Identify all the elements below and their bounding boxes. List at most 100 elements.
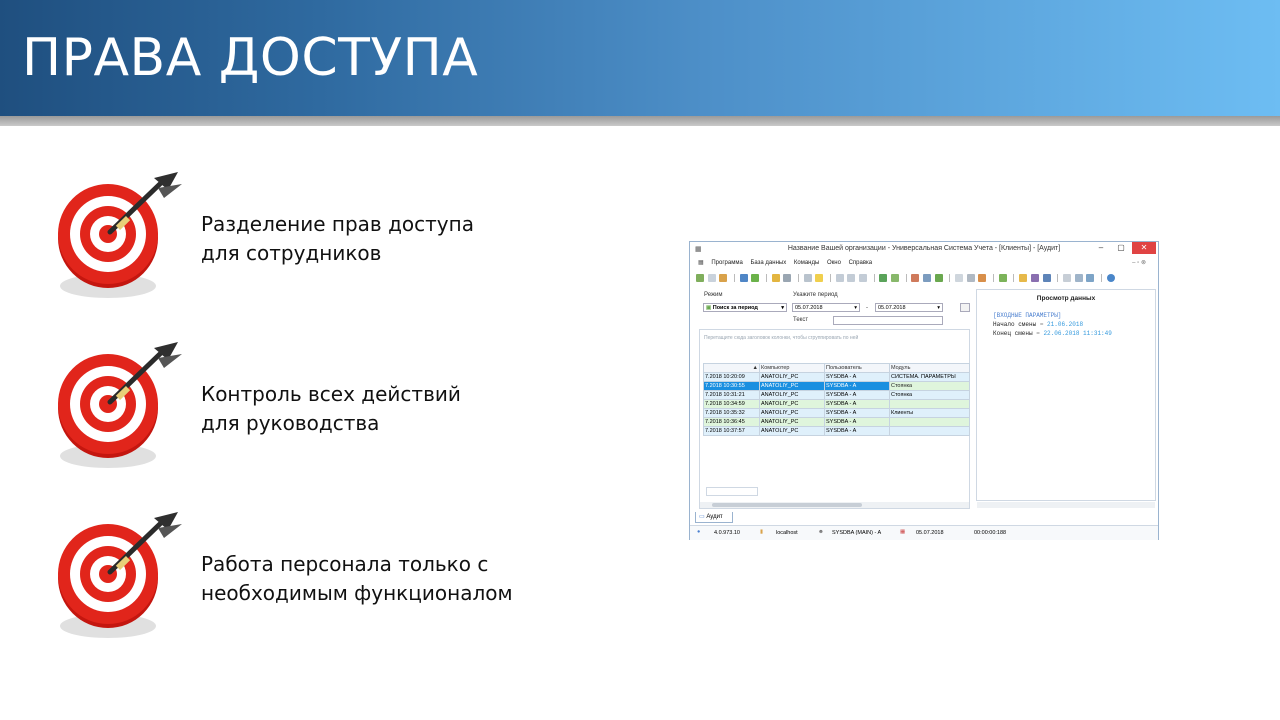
toolbar-icon[interactable] (783, 274, 792, 282)
toolbar-icon[interactable] (751, 274, 760, 282)
footer-cell (706, 487, 758, 496)
status-user: SYSDBA (MAIN) - A (832, 530, 882, 536)
status-time: 00:00:00:188 (974, 530, 1007, 536)
chevron-down-icon: ▾ (937, 305, 940, 311)
bullet-line: Работа персонала только с (201, 552, 489, 576)
toolbar-icon[interactable] (815, 274, 824, 282)
chevron-down-icon: ▾ (781, 305, 784, 311)
toolbar-icon[interactable] (719, 274, 728, 282)
info-icon[interactable] (1106, 274, 1115, 282)
status-date: 05.07.2018 (916, 530, 944, 536)
text-search-input[interactable] (833, 316, 943, 325)
toolbar-icon[interactable] (707, 274, 716, 282)
text-label: Текст (793, 317, 809, 323)
minimize-button[interactable]: – (1092, 242, 1110, 254)
bullet-line: для сотрудников (201, 241, 382, 265)
group-hint: Перетащите сюда заголовок колонки, чтобы… (704, 335, 859, 341)
menu-item[interactable]: База данных (750, 260, 786, 266)
date-to-field[interactable]: 05.07.2018 ▾ (875, 303, 943, 312)
slide-title: ПРАВА ДОСТУПА (22, 28, 479, 88)
toolbar-icon[interactable] (1062, 274, 1071, 282)
preview-scrollbar[interactable] (977, 502, 1155, 508)
toolbar-icon[interactable] (978, 274, 987, 282)
toolbar-icon[interactable] (1074, 274, 1083, 282)
table-row[interactable]: 7.2018 10:20:09 ANATOLIY_PC SYSDBA - A СИСТ… (703, 372, 970, 382)
bullet-item: Разделение прав доступа для сотрудников (50, 168, 570, 318)
window-icon: ▭ (699, 514, 705, 520)
menu-item[interactable]: Окно (827, 260, 841, 266)
column-header-time[interactable]: ▲ (703, 363, 760, 373)
toolbar-icon[interactable] (859, 274, 868, 282)
toolbar-icon[interactable] (911, 274, 920, 282)
filter-icon[interactable] (771, 274, 780, 282)
preview-section: [ВХОДНЫЕ ПАРАМЕТРЫ] (993, 312, 1062, 319)
banner-divider (0, 116, 1280, 126)
date-dash: - (866, 305, 868, 311)
preview-title: Просмотр данных (1036, 295, 1096, 302)
calendar-icon: ▦ (900, 529, 906, 535)
toolbar-icon[interactable] (998, 274, 1007, 282)
close-button[interactable]: ✕ (1132, 242, 1156, 254)
table-row[interactable]: 7.2018 10:34:59 ANATOLIY_PC SYSDBA - A (703, 399, 970, 409)
preview-line: Конец смены = 22.06.2018 11:31:49 (993, 330, 1112, 337)
toolbar-icon[interactable] (696, 274, 704, 282)
toolbar-icon[interactable] (879, 274, 888, 282)
column-header-module[interactable]: Модуль (889, 363, 970, 373)
menu-item[interactable]: Команды (794, 260, 819, 266)
status-host: localhost (776, 530, 798, 536)
menu-bar: ▦ Программа База данных Команды Окно Спр… (690, 259, 1158, 270)
toolbar-icon[interactable] (1042, 274, 1051, 282)
calendar-icon: ▣ (706, 305, 713, 311)
date-to-value: 05.07.2018 (878, 305, 906, 311)
toolbar-icon[interactable] (847, 274, 856, 282)
toolbar-icon[interactable] (966, 274, 975, 282)
search-icon[interactable] (739, 274, 748, 282)
menu-item[interactable]: Программа (711, 260, 742, 266)
table-row[interactable]: 7.2018 10:35:32 ANATOLIY_PC SYSDBA - A Клие… (703, 408, 970, 418)
window-title: Название Вашей организации - Универсальн… (787, 245, 1061, 252)
maximize-button[interactable]: ▢ (1112, 242, 1130, 254)
toolbar-icon[interactable] (934, 274, 943, 282)
toolbar-icon[interactable] (1086, 274, 1095, 282)
toolbar-icon[interactable] (1030, 274, 1039, 282)
table-row[interactable]: 7.2018 10:31:21 ANATOLIY_PC SYSDBA - A Стоя… (703, 390, 970, 400)
toolbar-icon[interactable] (891, 274, 900, 282)
mode-label: Режим (704, 292, 723, 298)
target-dart-icon (58, 172, 182, 298)
bullet-line: для руководства (201, 411, 380, 435)
period-label: Укажите период (793, 292, 838, 298)
status-version: 4.0.973.10 (714, 530, 740, 536)
toolbar-icon[interactable] (955, 274, 964, 282)
table-row[interactable]: 7.2018 10:37:57 ANATOLIY_PC SYSDBA - A (703, 426, 970, 436)
bullet-line: Контроль всех действий (201, 382, 461, 406)
date-from-value: 05.07.2018 (795, 305, 823, 311)
bullet-item: Работа персонала только с необходимым фу… (50, 508, 570, 658)
date-from-field[interactable]: 05.07.2018 ▾ (792, 303, 860, 312)
column-header-computer[interactable]: Компьютер (759, 363, 825, 373)
mode-select[interactable]: ▣ Поиск за период ▾ (703, 303, 787, 312)
toolbar (696, 274, 1151, 286)
menu-icon: ▦ (698, 260, 704, 266)
target-dart-icon (58, 512, 182, 638)
column-header-user[interactable]: Пользователь (824, 363, 890, 373)
sort-asc-icon: ▲ (752, 365, 758, 371)
database-icon: ▮ (760, 529, 764, 535)
toolbar-icon[interactable] (803, 274, 812, 282)
scrollbar-thumb[interactable] (712, 503, 862, 507)
toolbar-icon[interactable] (1019, 274, 1028, 282)
bullet-line: Разделение прав доступа (201, 212, 474, 236)
menu-item[interactable]: Справка (849, 260, 873, 266)
status-bar: ● 4.0.973.10 ▮ localhost ☻ SYSDBA (MAIN)… (690, 525, 1158, 540)
toolbar-icon[interactable] (835, 274, 844, 282)
apply-button[interactable] (960, 303, 970, 312)
table-row-selected[interactable]: 7.2018 10:30:55 ANATOLIY_PC SYSDBA - A Стоя… (703, 381, 970, 391)
bullet-item: Контроль всех действий для руководства (50, 338, 570, 488)
bullet-line: необходимым функционалом (201, 581, 513, 605)
mode-value: Поиск за период (712, 305, 758, 311)
audit-table: ▲ Компьютер Пользователь Модуль 7.2018 1… (703, 363, 970, 436)
table-row[interactable]: 7.2018 10:36:45 ANATOLIY_PC SYSDBA - A (703, 417, 970, 427)
toolbar-icon[interactable] (923, 274, 932, 282)
tab-audit[interactable]: ▭ Аудит (695, 512, 733, 523)
mdi-controls[interactable]: – ▫ ⊗ (1132, 259, 1146, 266)
horizontal-scrollbar[interactable] (700, 502, 969, 508)
